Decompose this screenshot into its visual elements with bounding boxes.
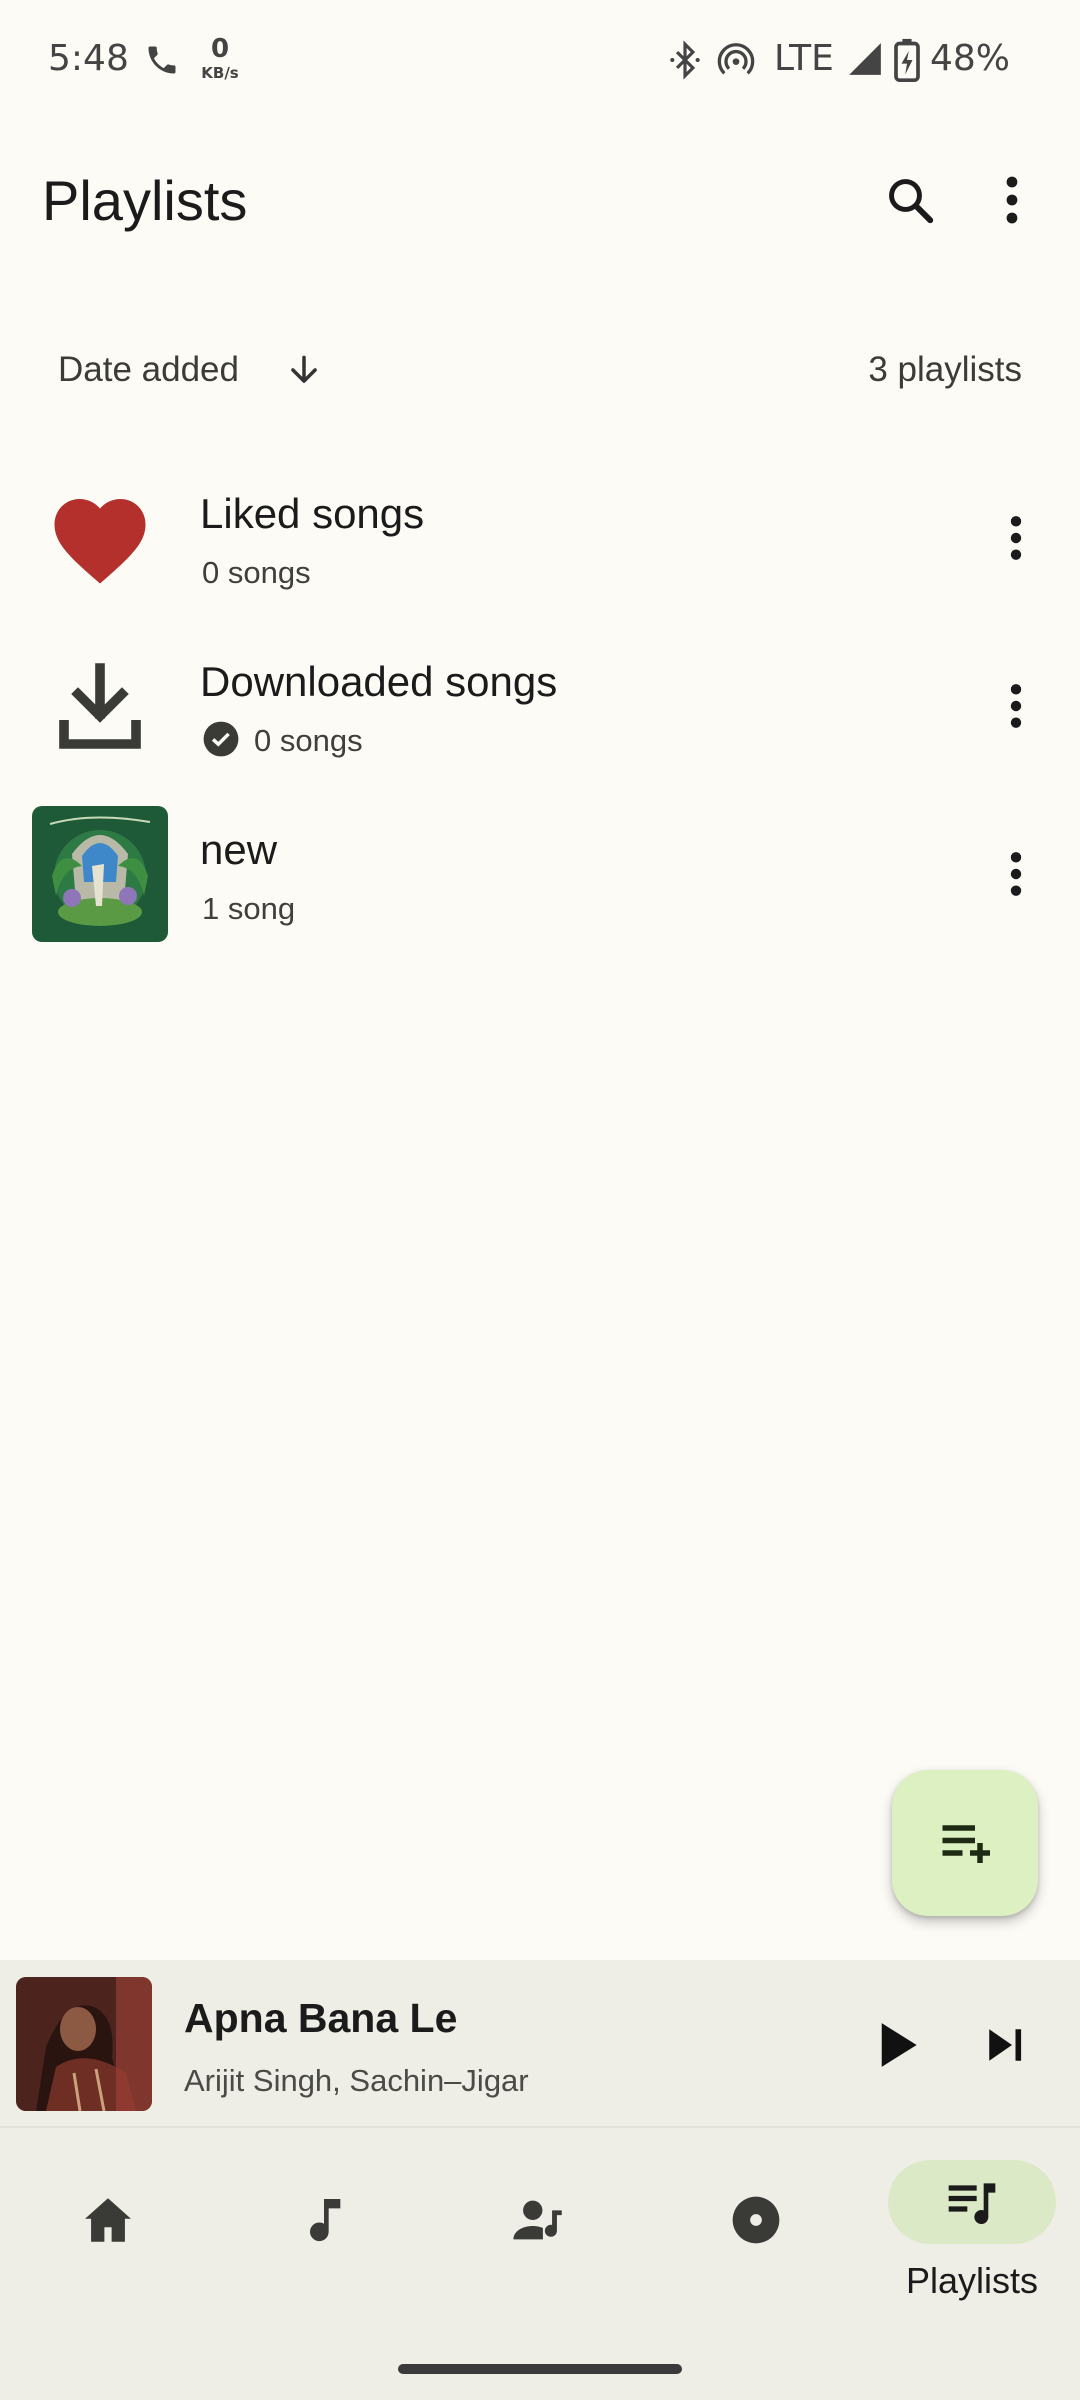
nav-home[interactable]	[22, 2160, 194, 2280]
skip-next-icon	[989, 2029, 1022, 2061]
status-bar: 5:48 0 KB/s LTE 48%	[0, 0, 1080, 120]
home-icon	[85, 2198, 131, 2242]
artist-icon	[513, 2200, 562, 2240]
playlist-title: new	[200, 826, 278, 873]
phone-icon	[144, 42, 180, 83]
page-title: Playlists	[42, 169, 248, 232]
arrow-down-icon	[291, 355, 317, 383]
more-vert-icon	[1010, 516, 1022, 560]
nav-playlists-label[interactable]: Playlists	[860, 2260, 1080, 2302]
more-vert-icon	[1010, 852, 1022, 896]
bluetooth-icon	[666, 40, 704, 85]
hotspot-icon	[716, 40, 756, 85]
more-vert-icon	[1006, 176, 1018, 224]
sort-option-button[interactable]: Date added	[58, 350, 239, 390]
net-speed-unit: KB/s	[201, 64, 239, 82]
battery-percent: 48%	[930, 38, 1011, 79]
sort-direction-button[interactable]	[278, 344, 330, 396]
nav-playlists[interactable]	[888, 2160, 1056, 2244]
playlist-more-button[interactable]	[980, 826, 1052, 922]
playlist-title: Downloaded songs	[200, 658, 558, 705]
now-playing-title: Apna Bana Le	[184, 1995, 458, 2041]
nav-artists[interactable]	[454, 2160, 626, 2280]
playlist-subtitle: 1 song	[202, 891, 296, 926]
playlist-add-icon	[942, 1825, 990, 1863]
create-playlist-button[interactable]	[892, 1770, 1038, 1916]
playlist-icon	[948, 2183, 996, 2225]
status-time: 5:48	[48, 38, 129, 79]
album-icon	[732, 2196, 780, 2244]
network-type: LTE	[774, 38, 834, 79]
playlist-item-new[interactable]: new 1 song	[0, 790, 1080, 958]
nav-songs[interactable]	[238, 2160, 410, 2280]
playlist-more-button[interactable]	[980, 658, 1052, 754]
overflow-menu-button[interactable]	[982, 160, 1042, 240]
search-icon	[889, 179, 934, 224]
playlist-artwork	[32, 806, 168, 942]
battery-charging-icon	[894, 38, 920, 87]
check-circle-icon	[202, 720, 240, 763]
playlist-item-liked-songs[interactable]: Liked songs 0 songs	[0, 454, 1080, 622]
playlist-item-downloaded-songs[interactable]: Downloaded songs 0 songs	[0, 622, 1080, 790]
playlist-count: 3 playlists	[868, 350, 1022, 389]
net-speed-value: 0	[210, 34, 230, 64]
play-icon	[881, 2023, 917, 2067]
play-button[interactable]	[862, 2010, 932, 2080]
playlist-title: Liked songs	[200, 490, 425, 537]
music-note-icon	[310, 2199, 341, 2242]
download-icon	[52, 660, 148, 761]
nav-albums[interactable]	[670, 2160, 842, 2280]
more-vert-icon	[1010, 684, 1022, 728]
now-playing-artwork	[16, 1977, 152, 2111]
playlist-more-button[interactable]	[980, 490, 1052, 586]
signal-icon	[846, 40, 884, 83]
playlist-subtitle: 0 songs	[202, 555, 311, 590]
skip-next-button[interactable]	[970, 2010, 1040, 2080]
heart-icon	[48, 488, 152, 593]
playlist-subtitle: 0 songs	[254, 723, 363, 758]
home-indicator[interactable]	[398, 2364, 682, 2374]
now-playing-artist: Arijit Singh, Sachin–Jigar	[184, 2063, 529, 2098]
search-button[interactable]	[870, 160, 950, 240]
